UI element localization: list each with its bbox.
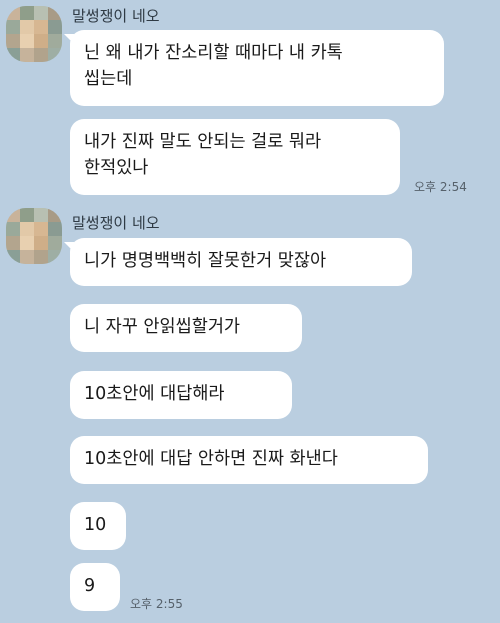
message-bubble[interactable]: 10 <box>70 502 126 550</box>
message-bubble[interactable]: 내가 진짜 말도 안되는 걸로 뭐라 한적있나 <box>70 119 400 195</box>
message-bubble[interactable]: 니 자꾸 안읽씹할거가 <box>70 304 302 352</box>
message-bubble[interactable]: 10초안에 대답해라 <box>70 371 292 419</box>
message-group-1: 말썽쟁이 네오 닌 왜 내가 잔소리할 때마다 내 카톡 씹는데 내가 진짜 말… <box>0 0 500 200</box>
message-timestamp: 오후 2:55 <box>130 597 183 611</box>
message-bubble[interactable]: 니가 명명백백히 잘못한거 맞잖아 <box>70 238 412 286</box>
message-timestamp: 오후 2:54 <box>414 180 467 194</box>
message-bubble[interactable]: 10초안에 대답 안하면 진짜 화낸다 <box>70 436 428 484</box>
message-group-2: 말썽쟁이 네오 니가 명명백백히 잘못한거 맞잖아 니 자꾸 안읽씹할거가 10… <box>0 204 500 623</box>
sender-name: 말썽쟁이 네오 <box>72 7 160 25</box>
sender-name: 말썽쟁이 네오 <box>72 214 160 232</box>
profile-avatar-icon[interactable] <box>6 208 62 264</box>
message-bubble[interactable]: 9 <box>70 563 120 611</box>
profile-avatar-icon[interactable] <box>6 6 62 62</box>
message-bubble[interactable]: 닌 왜 내가 잔소리할 때마다 내 카톡 씹는데 <box>70 30 444 106</box>
